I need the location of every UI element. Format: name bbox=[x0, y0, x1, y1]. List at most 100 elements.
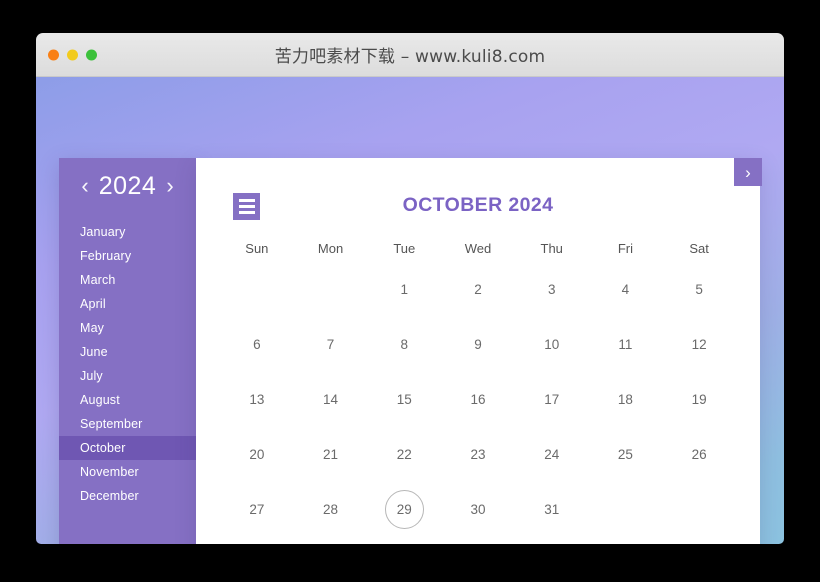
day-cell[interactable]: 11 bbox=[589, 317, 663, 372]
day-cell[interactable]: 8 bbox=[367, 317, 441, 372]
window-controls bbox=[48, 49, 97, 60]
day-number: 12 bbox=[691, 337, 707, 352]
day-number: 8 bbox=[400, 337, 409, 352]
month-item-april[interactable]: April bbox=[59, 292, 196, 316]
day-cell[interactable]: 21 bbox=[294, 427, 368, 482]
prev-year-icon[interactable]: ‹ bbox=[81, 175, 88, 197]
day-cell[interactable]: 19 bbox=[662, 372, 736, 427]
day-cell[interactable]: 27 bbox=[220, 482, 294, 537]
day-number: 7 bbox=[326, 337, 335, 352]
day-cell[interactable]: 10 bbox=[515, 317, 589, 372]
day-number: 13 bbox=[249, 392, 265, 407]
day-cell[interactable]: 14 bbox=[294, 372, 368, 427]
hamburger-bar bbox=[238, 205, 255, 208]
day-number bbox=[607, 491, 644, 528]
day-number: 11 bbox=[618, 337, 633, 352]
day-number: 23 bbox=[470, 447, 486, 462]
day-cell[interactable]: 29 bbox=[367, 482, 441, 537]
window-content: ‹ 2024 › January February March April May Jun… bbox=[36, 77, 784, 544]
month-item-november[interactable]: November bbox=[59, 460, 196, 484]
window-titlebar: 苦力吧素材下载 – www.kuli8.com bbox=[36, 33, 784, 77]
day-number: 15 bbox=[396, 392, 412, 407]
month-item-october[interactable]: October bbox=[59, 436, 196, 460]
weekday-header: Tue bbox=[393, 240, 416, 256]
day-cell-empty bbox=[294, 262, 368, 317]
month-item-may[interactable]: May bbox=[59, 316, 196, 340]
day-cell[interactable]: 15 bbox=[367, 372, 441, 427]
next-year-icon[interactable]: › bbox=[166, 175, 173, 197]
month-item-december[interactable]: December bbox=[59, 484, 196, 508]
day-number: 21 bbox=[323, 447, 339, 462]
day-cell[interactable]: 1 bbox=[367, 262, 441, 317]
day-cell[interactable]: 16 bbox=[441, 372, 515, 427]
day-number: 31 bbox=[544, 502, 560, 517]
weekday-header: Sun bbox=[245, 240, 269, 256]
month-item-august[interactable]: August bbox=[59, 388, 196, 412]
day-number: 5 bbox=[695, 282, 703, 297]
day-cell[interactable]: 26 bbox=[662, 427, 736, 482]
month-item-september[interactable]: September bbox=[59, 412, 196, 436]
calendar-grid: Sun Mon Tue Wed Thu Fri Sat 1 2 3 4 5 6 7 8 9 10 11 12 13 14… bbox=[196, 234, 760, 537]
day-cell-empty bbox=[220, 262, 294, 317]
year-selector: ‹ 2024 › bbox=[59, 158, 196, 214]
day-cell[interactable]: 24 bbox=[515, 427, 589, 482]
weekday-header: Sat bbox=[689, 240, 709, 256]
day-number: 10 bbox=[544, 337, 560, 352]
day-number: 22 bbox=[396, 447, 412, 462]
day-number: 27 bbox=[249, 502, 265, 517]
day-cell[interactable]: 18 bbox=[589, 372, 663, 427]
day-number: 20 bbox=[249, 447, 265, 462]
day-number: 2 bbox=[474, 282, 482, 297]
day-cell[interactable]: 31 bbox=[515, 482, 589, 537]
browser-window: 苦力吧素材下载 – www.kuli8.com ‹ 2024 › January… bbox=[36, 33, 784, 544]
day-cell[interactable]: 22 bbox=[367, 427, 441, 482]
day-cell[interactable]: 3 bbox=[515, 262, 589, 317]
weekday-header: Wed bbox=[464, 240, 492, 256]
day-cell[interactable]: 4 bbox=[589, 262, 663, 317]
hamburger-bar bbox=[238, 211, 255, 214]
day-cell[interactable]: 6 bbox=[220, 317, 294, 372]
day-cell[interactable]: 23 bbox=[441, 427, 515, 482]
day-number: 26 bbox=[691, 447, 707, 462]
close-button[interactable] bbox=[48, 49, 59, 60]
calendar-card: OCTOBER 2024 Sun Mon Tue Wed Thu Fri Sat 1 2 3 4 5 6… bbox=[196, 158, 760, 544]
day-cell[interactable]: 30 bbox=[441, 482, 515, 537]
next-month-button[interactable]: › bbox=[734, 158, 762, 186]
day-number: 3 bbox=[547, 282, 556, 297]
day-cell[interactable]: 2 bbox=[441, 262, 515, 317]
day-number: 29 bbox=[384, 490, 424, 529]
month-item-july[interactable]: July bbox=[59, 364, 196, 388]
day-number: 25 bbox=[617, 447, 633, 462]
day-cell[interactable]: 12 bbox=[662, 317, 736, 372]
day-cell-empty bbox=[662, 482, 736, 537]
day-number: 4 bbox=[621, 282, 630, 297]
day-number: 18 bbox=[617, 392, 633, 407]
month-item-january[interactable]: January bbox=[59, 220, 196, 244]
day-cell[interactable]: 7 bbox=[294, 317, 368, 372]
day-number: 19 bbox=[691, 392, 707, 407]
day-number: 17 bbox=[544, 392, 560, 407]
minimize-button[interactable] bbox=[67, 49, 78, 60]
screenshot-root: 苦力吧素材下载 – www.kuli8.com ‹ 2024 › January… bbox=[0, 0, 820, 582]
day-cell[interactable]: 20 bbox=[220, 427, 294, 482]
day-cell[interactable]: 9 bbox=[441, 317, 515, 372]
day-cell[interactable]: 5 bbox=[662, 262, 736, 317]
day-cell[interactable]: 25 bbox=[589, 427, 663, 482]
day-cell-empty bbox=[589, 482, 663, 537]
weekday-header: Fri bbox=[617, 240, 633, 256]
month-item-march[interactable]: March bbox=[59, 268, 196, 292]
day-number: 1 bbox=[400, 282, 409, 297]
month-item-june[interactable]: June bbox=[59, 340, 196, 364]
day-cell[interactable]: 13 bbox=[220, 372, 294, 427]
day-cell[interactable]: 17 bbox=[515, 372, 589, 427]
hamburger-icon[interactable] bbox=[233, 193, 260, 220]
maximize-button[interactable] bbox=[86, 49, 97, 60]
year-label: 2024 bbox=[98, 171, 157, 200]
day-cell[interactable]: 28 bbox=[294, 482, 368, 537]
day-number: 30 bbox=[470, 502, 486, 517]
day-number bbox=[312, 271, 349, 308]
day-number bbox=[238, 271, 275, 308]
window-title: 苦力吧素材下载 – www.kuli8.com bbox=[274, 47, 546, 67]
day-number: 16 bbox=[470, 392, 486, 407]
month-item-february[interactable]: February bbox=[59, 244, 196, 268]
